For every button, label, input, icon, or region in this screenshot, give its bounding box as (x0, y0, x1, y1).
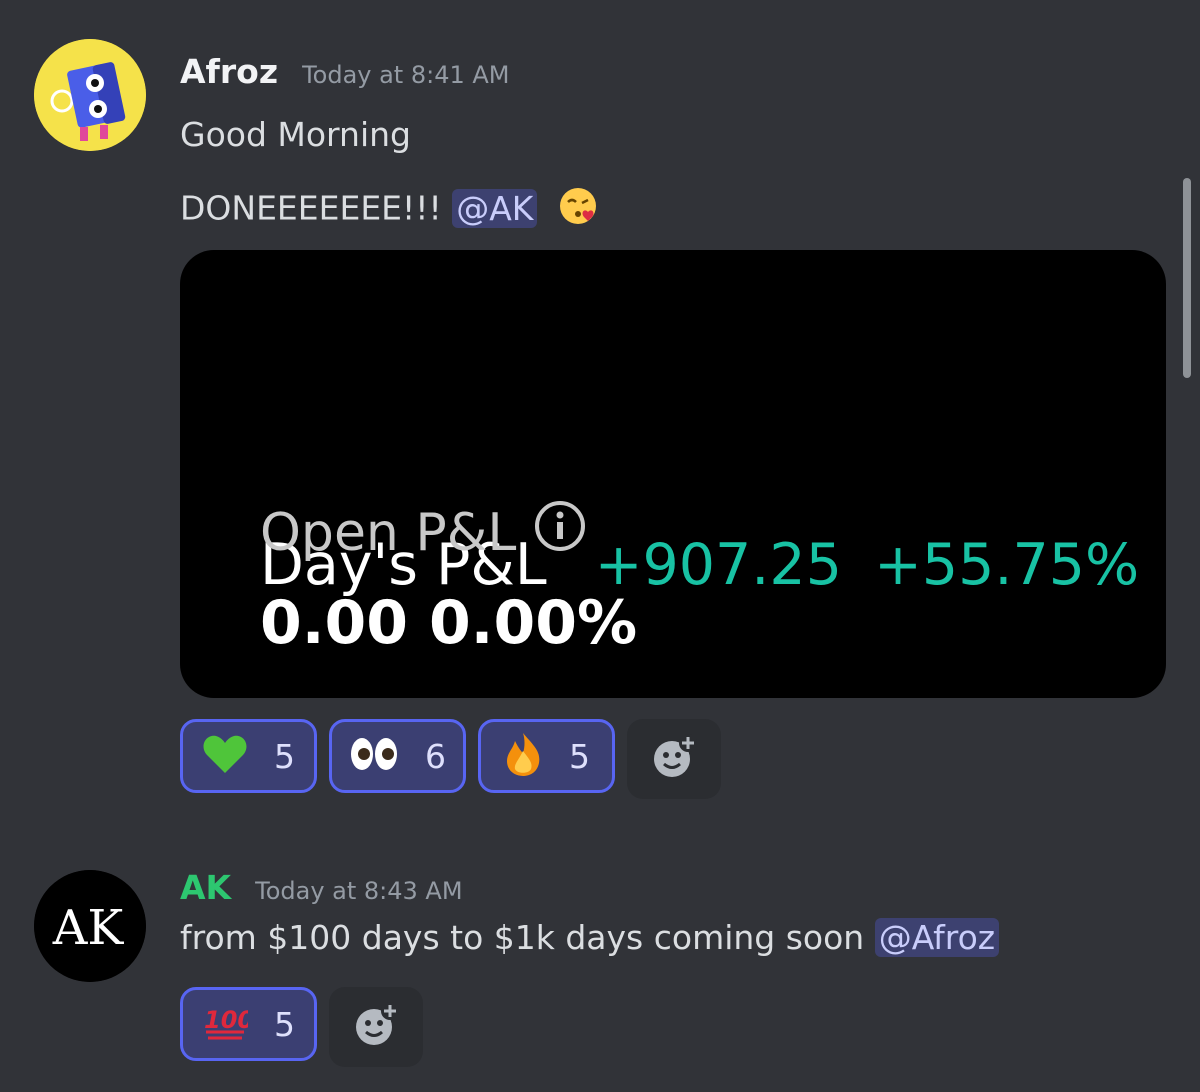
scrollbar-thumb[interactable] (1183, 178, 1191, 378)
add-reaction-icon (650, 733, 698, 785)
reaction-count: 6 (425, 736, 446, 776)
hundred-points-icon: 100 (202, 1002, 254, 1046)
reaction-hundred-points[interactable]: 100 5 (180, 987, 317, 1061)
days-pnl-percent: +55.75% (874, 532, 1140, 598)
info-icon (534, 500, 586, 565)
open-pnl-value: 0.00 (260, 588, 409, 658)
message-line: from $100 days to $1k days coming soon @… (180, 918, 1000, 957)
reaction-count: 5 (569, 736, 590, 776)
open-pnl-label: Open P&L (260, 502, 517, 563)
mention-link[interactable]: @AK (452, 188, 538, 228)
timestamp: Today at 8:41 AM (302, 61, 510, 89)
reaction-count: 5 (274, 1004, 295, 1044)
avatar-letters: AK (52, 900, 125, 956)
open-pnl-row: Open P&L (260, 500, 586, 565)
ak-logo-avatar-icon[interactable]: AK (34, 870, 146, 982)
message-header: AK Today at 8:43 AM (180, 868, 463, 907)
reaction-fire[interactable]: 5 (478, 719, 615, 793)
message-text: DONEEEEEEE!!! (180, 188, 442, 228)
add-reaction-button[interactable] (329, 987, 423, 1067)
reaction-eyes[interactable]: 6 (329, 719, 466, 793)
username[interactable]: Afroz (180, 52, 278, 91)
fire-icon (503, 731, 543, 781)
message-line: Good Morning (180, 115, 411, 154)
message-text: from $100 days to $1k days coming soon (180, 918, 865, 957)
svg-text:100: 100 (204, 1006, 248, 1034)
reaction-green-heart[interactable]: 5 (180, 719, 317, 793)
reaction-bar: 5 6 5 (180, 719, 721, 799)
eyes-icon (349, 736, 399, 776)
reaction-count: 5 (274, 736, 295, 776)
speaker-robot-avatar-icon[interactable] (34, 39, 146, 151)
add-reaction-button[interactable] (627, 719, 721, 799)
green-heart-icon (202, 733, 248, 779)
timestamp: Today at 8:43 AM (255, 877, 463, 905)
face-blowing-kiss-icon (558, 186, 598, 234)
reaction-bar: 100 5 (180, 987, 423, 1067)
message-header: Afroz Today at 8:41 AM (180, 52, 510, 91)
message-line: DONEEEEEEE!!! @AK (180, 186, 598, 234)
add-reaction-icon (352, 1001, 400, 1053)
mention-link[interactable]: @Afroz (874, 918, 1000, 957)
open-pnl-percent: 0.00% (428, 588, 638, 658)
open-pnl-values: 0.00 0.00% (260, 588, 637, 658)
username[interactable]: AK (180, 868, 231, 907)
